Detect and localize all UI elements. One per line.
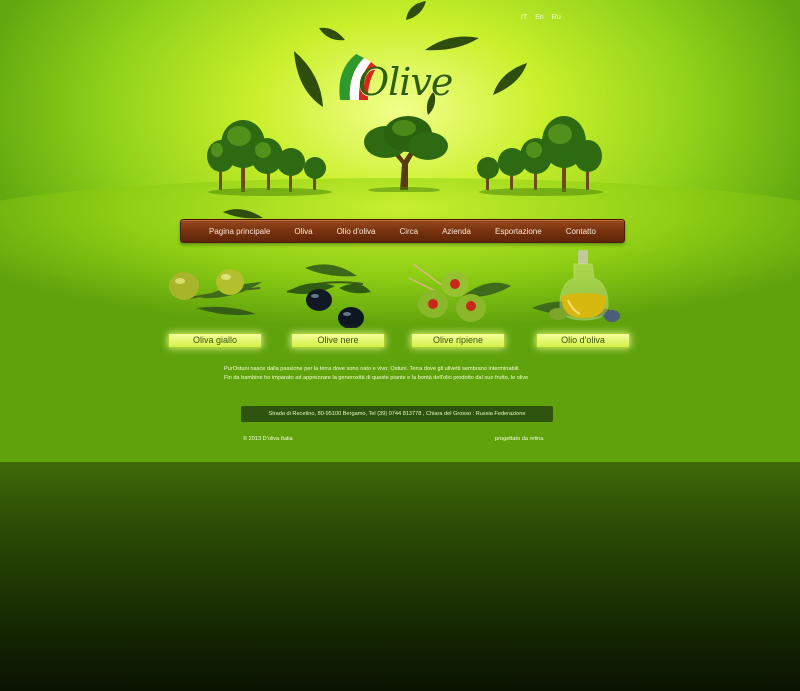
hero-stage: Olive IT En Ru Pagina principale Oliva O… bbox=[0, 0, 800, 462]
reflection-area: Strada di Recetino, 80-95100 Bergamo, Te… bbox=[0, 462, 800, 691]
nav-company[interactable]: Azienda bbox=[442, 227, 471, 236]
nav-export[interactable]: Esportazione bbox=[495, 227, 542, 236]
product-button-yellow-olives[interactable]: Oliva giallo bbox=[168, 333, 262, 348]
nav-contact[interactable]: Contatto bbox=[566, 227, 596, 236]
nav-home[interactable]: Pagina principale bbox=[209, 227, 270, 236]
leaf-icon bbox=[223, 209, 263, 219]
leaf-icon bbox=[493, 63, 527, 95]
leaf-icon bbox=[294, 51, 323, 107]
nav-olive[interactable]: Oliva bbox=[294, 227, 312, 236]
yellow-olives-image bbox=[169, 269, 262, 316]
logo-wordmark: Olive bbox=[358, 60, 453, 104]
product-button-olive-oil[interactable]: Olio d'oliva bbox=[536, 333, 630, 348]
product-card-black-olives: Olive nere bbox=[283, 248, 393, 348]
leaf-icon bbox=[406, 1, 426, 20]
lang-en-link[interactable]: En bbox=[535, 14, 544, 21]
designer-credit-link[interactable]: progettato da retina bbox=[495, 436, 544, 442]
main-navigation: Pagina principale Oliva Olio d'oliva Cir… bbox=[180, 219, 625, 243]
product-button-black-olives[interactable]: Olive nere bbox=[291, 333, 385, 348]
leaf-icon bbox=[319, 27, 345, 41]
product-card-olive-oil: Olio d'oliva bbox=[528, 248, 638, 348]
lang-it-link[interactable]: IT bbox=[521, 14, 527, 21]
olive-trees-left bbox=[207, 120, 332, 196]
olive-trees-right bbox=[477, 116, 603, 196]
address-bar: Strada di Recetino, 80-95100 Bergamo, Te… bbox=[241, 406, 553, 422]
nav-olive-oil[interactable]: Olio d'oliva bbox=[337, 227, 376, 236]
copyright-text: © 2013 D'oliva Italia bbox=[243, 436, 293, 442]
about-line-1: PurOstuni nasce dalla passione per la te… bbox=[224, 366, 520, 372]
black-olives-image bbox=[286, 264, 371, 329]
lang-ru-link[interactable]: Ru bbox=[552, 14, 561, 21]
about-text: PurOstuni nasce dalla passione per la te… bbox=[224, 365, 594, 383]
product-card-stuffed-olives: Olive ripiene bbox=[403, 248, 513, 348]
stuffed-olives-image bbox=[408, 263, 511, 322]
olive-tree-center bbox=[364, 116, 448, 192]
site-logo[interactable]: Olive bbox=[330, 46, 453, 116]
olive-oil-bottle-image bbox=[532, 250, 620, 322]
nav-about[interactable]: Circa bbox=[399, 227, 418, 236]
product-card-yellow-olives: Oliva giallo bbox=[160, 248, 270, 348]
product-button-stuffed-olives[interactable]: Olive ripiene bbox=[411, 333, 505, 348]
language-switcher: IT En Ru bbox=[521, 14, 561, 21]
about-line-2: Fin da bambino ho imparato ad apprezzare… bbox=[224, 375, 529, 381]
